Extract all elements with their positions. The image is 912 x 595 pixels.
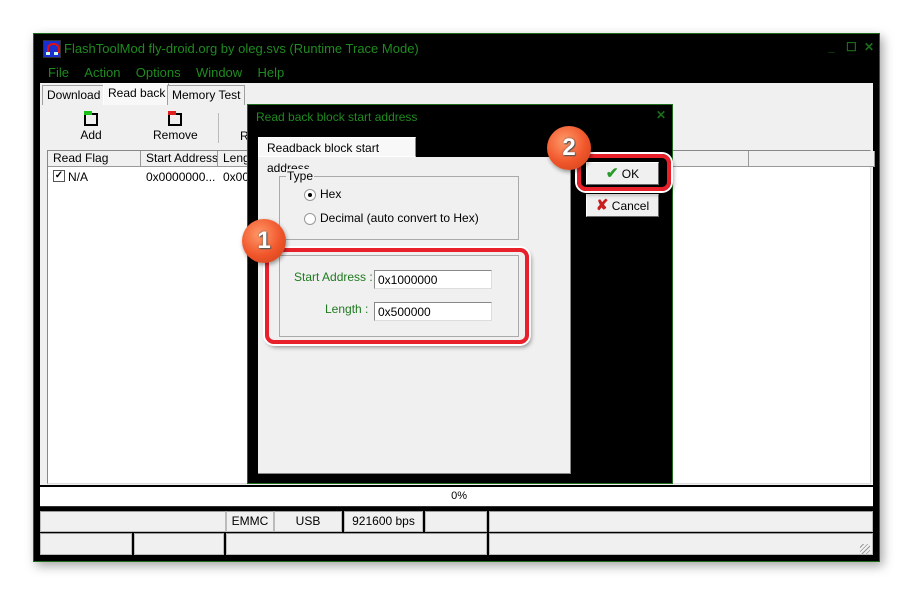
status-cell-empty-1 bbox=[40, 511, 226, 532]
title-bar: FlashToolMod fly-droid.org by oleg.svs (… bbox=[42, 39, 874, 59]
cell-length: 0x00 bbox=[223, 170, 250, 184]
cell-read-flag: N/A bbox=[68, 170, 89, 184]
radio-hex[interactable] bbox=[304, 189, 316, 201]
add-icon bbox=[84, 111, 98, 126]
remove-button[interactable]: Remove bbox=[153, 111, 198, 142]
progress-text: 0% bbox=[451, 490, 467, 502]
cell-start-address: 0x0000000... bbox=[146, 170, 216, 184]
type-group-label: Type bbox=[286, 169, 315, 183]
column-header-extra[interactable] bbox=[670, 151, 749, 167]
column-read-flag[interactable]: Read Flag bbox=[48, 151, 141, 167]
radio-decimal[interactable] bbox=[304, 213, 316, 225]
tab-download[interactable]: Download bbox=[42, 85, 107, 105]
status-cell-empty-4 bbox=[40, 533, 132, 555]
status-storage: EMMC bbox=[226, 511, 274, 532]
maximize-button[interactable]: ☐ bbox=[846, 40, 857, 54]
menu-file[interactable]: File bbox=[48, 65, 69, 80]
add-label: Add bbox=[80, 128, 102, 142]
window-title: FlashToolMod fly-droid.org by oleg.svs (… bbox=[64, 41, 419, 56]
dialog-title: Read back block start address bbox=[256, 110, 418, 124]
status-cell-empty-6 bbox=[226, 533, 487, 555]
progress-bar: 0% bbox=[40, 487, 873, 507]
app-icon bbox=[43, 40, 61, 58]
remove-label: Remove bbox=[153, 128, 198, 142]
toolbar-separator bbox=[218, 113, 219, 143]
menu-help[interactable]: Help bbox=[258, 65, 285, 80]
status-baud-rate: 921600 bps bbox=[344, 511, 423, 532]
menu-action[interactable]: Action bbox=[84, 65, 120, 80]
remove-icon bbox=[168, 111, 182, 126]
read-flag-checkbox[interactable]: ✓ bbox=[53, 170, 65, 182]
step-badge-1: 1 bbox=[242, 219, 286, 263]
highlight-ok-button bbox=[577, 154, 671, 191]
minimize-button[interactable]: _ bbox=[828, 40, 835, 54]
menu-options[interactable]: Options bbox=[136, 65, 181, 80]
status-cell-empty-3 bbox=[489, 511, 873, 532]
status-cell-empty-5 bbox=[134, 533, 224, 555]
status-cell-empty-2 bbox=[425, 511, 487, 532]
dialog-tab[interactable]: Readback block start address bbox=[258, 137, 416, 175]
menu-window[interactable]: Window bbox=[196, 65, 242, 80]
tab-strip: Download Read back Memory Test bbox=[40, 83, 873, 106]
highlight-address-fields bbox=[265, 248, 529, 344]
tab-read-back[interactable]: Read back bbox=[103, 83, 169, 106]
menu-bar: File Action Options Window Help bbox=[48, 65, 296, 83]
dialog-close-button[interactable]: ✕ bbox=[656, 108, 666, 122]
add-button[interactable]: Add bbox=[76, 111, 106, 142]
step-badge-2: 2 bbox=[547, 126, 591, 170]
cancel-button[interactable]: ✘ Cancel bbox=[586, 194, 659, 217]
cancel-label: Cancel bbox=[611, 199, 650, 213]
radio-hex-label[interactable]: Hex bbox=[320, 187, 341, 201]
status-cell-empty-7 bbox=[489, 533, 873, 555]
radio-decimal-label[interactable]: Decimal (auto convert to Hex) bbox=[320, 211, 479, 225]
column-header-extra-2[interactable] bbox=[749, 151, 875, 167]
cross-icon: ✘ bbox=[595, 197, 609, 214]
close-button[interactable]: ✕ bbox=[864, 40, 874, 54]
type-groupbox bbox=[279, 176, 519, 240]
tab-memory-test[interactable]: Memory Test bbox=[167, 85, 245, 105]
column-start-address[interactable]: Start Address bbox=[141, 151, 218, 167]
resize-grip[interactable] bbox=[860, 544, 870, 554]
status-connection: USB bbox=[274, 511, 342, 532]
